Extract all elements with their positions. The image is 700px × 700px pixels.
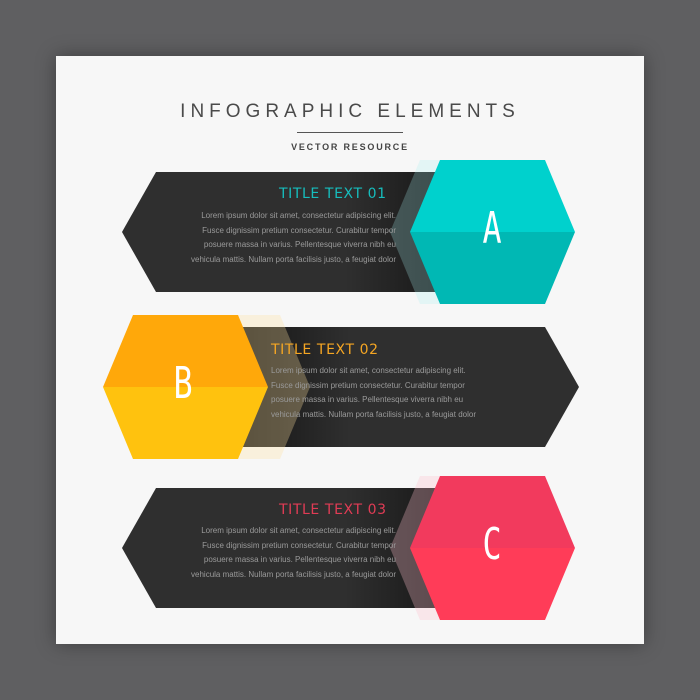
item-c-body-line: posuere massa in varius. Pellentesque vi… xyxy=(203,555,396,564)
stage: INFOGRAPHIC ELEMENTS VECTOR RESOURCE TIT… xyxy=(0,0,700,700)
item-c-body: Lorem ipsum dolor sit amet, consectetur … xyxy=(191,524,396,582)
item-a-body-line: Fusce dignissim pretium consectetur. Cur… xyxy=(202,225,396,235)
item-a-body-line: posuere massa in varius. Pellentesque vi… xyxy=(203,240,396,249)
item-c-body-line: Lorem ipsum dolor sit amet, consectetur … xyxy=(201,526,396,535)
item-b-title: TITLE TEXT 02 xyxy=(271,342,379,358)
item-c-title: TITLE TEXT 03 xyxy=(279,502,387,518)
item-a-body-line: vehicula mattis. Nullam porta facilisis … xyxy=(191,254,396,264)
item-b-body-line: posuere massa in varius. Pellentesque vi… xyxy=(271,395,464,404)
item-c-letter: C xyxy=(482,519,502,570)
item-a-body: Lorem ipsum dolor sit amet, consectetur … xyxy=(191,209,396,267)
item-a-body-line: Lorem ipsum dolor sit amet, consectetur … xyxy=(201,211,396,220)
item-b-body-line: vehicula mattis. Nullam porta facilisis … xyxy=(271,409,476,419)
item-b-letter: B xyxy=(173,358,193,409)
item-c-body-line: vehicula mattis. Nullam porta facilisis … xyxy=(191,569,396,579)
item-b-body-line: Lorem ipsum dolor sit amet, consectetur … xyxy=(271,366,466,375)
item-a-letter: A xyxy=(482,203,502,254)
item-a-title: TITLE TEXT 01 xyxy=(279,186,387,202)
item-b-body-line: Fusce dignissim pretium consectetur. Cur… xyxy=(271,380,465,390)
item-b-body: Lorem ipsum dolor sit amet, consectetur … xyxy=(271,364,476,422)
item-c-body-line: Fusce dignissim pretium consectetur. Cur… xyxy=(202,540,396,550)
